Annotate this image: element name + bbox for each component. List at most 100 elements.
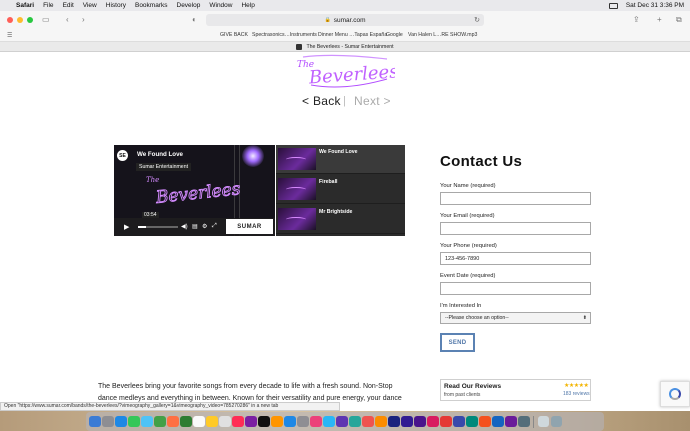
- clock[interactable]: Sat Dec 31 3:36 PM: [626, 2, 684, 9]
- app-icon-red-2[interactable]: [440, 415, 452, 428]
- channel-name[interactable]: Sumar Entertainment: [136, 163, 192, 171]
- minimize-window-icon[interactable]: [17, 17, 23, 23]
- email-field[interactable]: [440, 222, 591, 235]
- playlist-item-mr-brightside[interactable]: Mr Brightside: [276, 205, 405, 234]
- books-icon[interactable]: [271, 415, 283, 428]
- tab-overview-icon[interactable]: ⧉: [676, 15, 682, 25]
- app-icon-orange-2[interactable]: [479, 415, 491, 428]
- back-arrow-icon[interactable]: ‹: [66, 15, 69, 25]
- settings-gear-icon[interactable]: ⚙: [202, 223, 207, 230]
- video-player[interactable]: SE We Found Love Sumar Entertainment The…: [114, 145, 275, 236]
- favorite-van-halen[interactable]: Van Halen L…RE SHOW.mp3: [408, 32, 477, 38]
- menu-help[interactable]: Help: [241, 2, 254, 9]
- app-icon-red[interactable]: [362, 415, 374, 428]
- app-icon-blue[interactable]: [492, 415, 504, 428]
- downloads-folder-icon[interactable]: [537, 415, 549, 428]
- fullscreen-icon[interactable]: ⤢: [212, 223, 217, 230]
- play-icon[interactable]: ▶: [124, 223, 129, 231]
- reload-icon[interactable]: ↻: [474, 16, 480, 24]
- tab-title[interactable]: The Beverlees - Sumar Entertainment: [306, 44, 393, 50]
- event-date-field[interactable]: [440, 282, 591, 295]
- logo-beverlees-text: Beverlees: [307, 61, 395, 88]
- favorites-grid-icon[interactable]: ☰: [7, 32, 12, 39]
- close-window-icon[interactable]: [7, 17, 13, 23]
- reviews-widget[interactable]: Read Our Reviews from past clients ★★★★★…: [440, 379, 591, 401]
- app-icon-gray[interactable]: [518, 415, 530, 428]
- battery-icon[interactable]: [608, 2, 618, 9]
- recaptcha-badge[interactable]: [660, 381, 690, 407]
- url-text: sumar.com: [333, 16, 366, 24]
- nav-separator: |: [343, 95, 346, 107]
- app-icon-indigo[interactable]: [453, 415, 465, 428]
- favorite-give-back[interactable]: GIVE BACK: [220, 32, 248, 38]
- channel-avatar[interactable]: SE: [117, 150, 128, 161]
- app-icon-teal[interactable]: [349, 415, 361, 428]
- podcasts-icon[interactable]: [245, 415, 257, 428]
- finder-icon[interactable]: [89, 415, 101, 428]
- menu-develop[interactable]: Develop: [177, 2, 201, 9]
- notes-icon[interactable]: [206, 415, 218, 428]
- app-icon-pink[interactable]: [427, 415, 439, 428]
- sidebar-icon[interactable]: ▭: [42, 15, 50, 25]
- reviews-count-link[interactable]: 183 reviews: [563, 391, 590, 397]
- playlist-thumbnail: [278, 178, 316, 200]
- music-icon[interactable]: [232, 415, 244, 428]
- contact-heading: Contact Us: [440, 153, 523, 170]
- launchpad-icon[interactable]: [102, 415, 114, 428]
- menu-edit[interactable]: Edit: [63, 2, 74, 9]
- garageband-icon[interactable]: [310, 415, 322, 428]
- new-tab-icon[interactable]: +: [657, 15, 662, 25]
- trash-icon[interactable]: [550, 415, 562, 428]
- back-link[interactable]: < Back: [302, 94, 341, 108]
- forward-arrow-icon[interactable]: ›: [82, 15, 85, 25]
- next-link[interactable]: Next >: [354, 94, 391, 108]
- shield-icon[interactable]: ◐: [192, 15, 197, 25]
- after-effects-icon[interactable]: [414, 415, 426, 428]
- system-preferences-icon[interactable]: [297, 415, 309, 428]
- app-icon-orange[interactable]: [375, 415, 387, 428]
- app-icon-green[interactable]: [466, 415, 478, 428]
- menu-file[interactable]: File: [43, 2, 53, 9]
- menu-history[interactable]: History: [106, 2, 126, 9]
- neon-sign: The Beverlees: [146, 176, 242, 208]
- playlist-item-title: Fireball: [319, 179, 338, 185]
- favorite-google[interactable]: Google: [386, 32, 403, 38]
- facetime-icon[interactable]: [180, 415, 192, 428]
- favorite-spectrasonics[interactable]: Spectrasonics…Instruments: [252, 32, 317, 38]
- photos-icon[interactable]: [167, 415, 179, 428]
- mail-icon[interactable]: [141, 415, 153, 428]
- phone-field[interactable]: [440, 252, 591, 265]
- name-field[interactable]: [440, 192, 591, 205]
- address-bar[interactable]: 🔒 sumar.com ↻: [206, 14, 484, 26]
- zoom-window-icon[interactable]: [27, 17, 33, 23]
- menu-window[interactable]: Window: [209, 2, 232, 9]
- menu-bookmarks[interactable]: Bookmarks: [135, 2, 168, 9]
- interest-select[interactable]: --Please choose an option-- ⬍: [440, 312, 591, 324]
- favorite-dinner-menu[interactable]: Dinner Menu …Tapas España: [318, 32, 387, 38]
- reminders-icon[interactable]: [219, 415, 231, 428]
- menu-view[interactable]: View: [83, 2, 97, 9]
- premiere-icon[interactable]: [401, 415, 413, 428]
- volume-icon[interactable]: ◀): [181, 223, 188, 230]
- captions-icon[interactable]: ▤: [192, 223, 198, 230]
- menu-safari[interactable]: Safari: [16, 2, 34, 9]
- interest-select-value: --Please choose an option--: [445, 315, 509, 321]
- logic-icon[interactable]: [336, 415, 348, 428]
- app-icon-purple[interactable]: [505, 415, 517, 428]
- playlist-item-fireball[interactable]: Fireball: [276, 175, 405, 204]
- messages-icon[interactable]: [128, 415, 140, 428]
- calendar-icon[interactable]: [193, 415, 205, 428]
- video-title[interactable]: We Found Love: [137, 151, 183, 158]
- maps-icon[interactable]: [154, 415, 166, 428]
- video-progress-bar[interactable]: [138, 226, 178, 228]
- safari-icon[interactable]: [115, 415, 127, 428]
- share-icon[interactable]: ⇪: [633, 15, 640, 25]
- tab-bar[interactable]: The Beverlees - Sumar Entertainment: [0, 41, 690, 52]
- zoom-icon[interactable]: [323, 415, 335, 428]
- playlist-item-we-found-love[interactable]: We Found Love: [276, 145, 405, 174]
- sumar-watermark[interactable]: SUMAR: [226, 219, 273, 234]
- app-store-icon[interactable]: [284, 415, 296, 428]
- photoshop-icon[interactable]: [388, 415, 400, 428]
- send-button[interactable]: SEND: [440, 333, 475, 352]
- tv-icon[interactable]: [258, 415, 270, 428]
